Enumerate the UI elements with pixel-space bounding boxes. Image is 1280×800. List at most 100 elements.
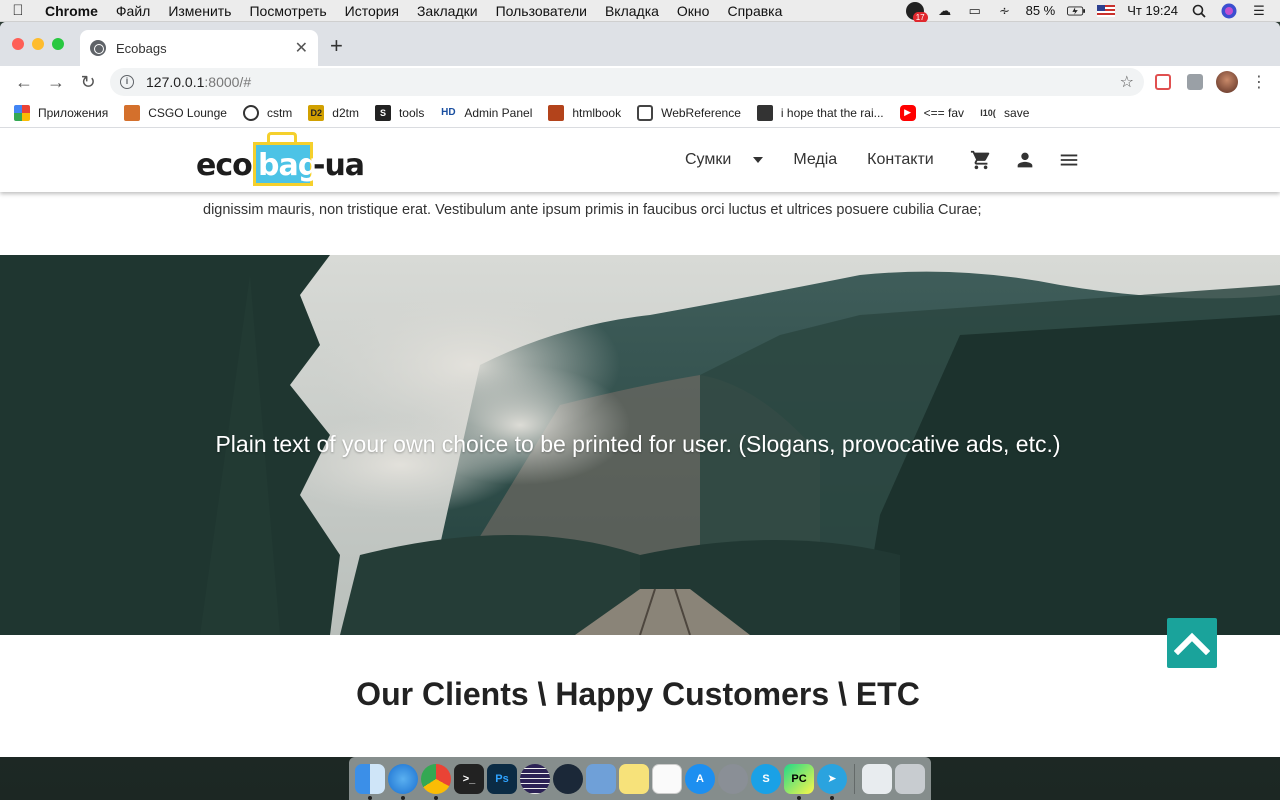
save-icon: I10( xyxy=(980,107,996,118)
csgo-icon xyxy=(124,104,141,121)
bookmark-label: cstm xyxy=(266,105,293,120)
eclipse-icon[interactable] xyxy=(520,763,550,794)
menu-window[interactable]: Окно xyxy=(668,3,719,19)
chrome-icon[interactable] xyxy=(421,763,451,800)
bookmark-tools[interactable]: Stools xyxy=(374,104,424,121)
bookmark-apps[interactable]: Приложения xyxy=(14,104,108,121)
bookmark-label: Admin Panel xyxy=(464,105,533,120)
nav-bags-label: Сумки xyxy=(685,151,732,168)
globe-icon xyxy=(90,40,106,56)
menu-edit[interactable]: Изменить xyxy=(159,3,240,19)
address-bar[interactable]: i 127.0.0.1:8000/# ☆ xyxy=(110,68,1144,96)
menu-tab[interactable]: Вкладка xyxy=(596,3,668,19)
browser-window: Ecobags ✕ + ← → ↻ i 127.0.0.1:8000/# ☆ ⋮… xyxy=(0,22,1280,757)
intro-paragraph: dignissim mauris, non tristique erat. Ve… xyxy=(203,202,982,218)
nav-media[interactable]: Медіа xyxy=(793,151,837,169)
main-nav: Сумки Медіа Контакти xyxy=(685,128,1080,192)
bookmark-save[interactable]: I10( save xyxy=(980,105,1029,121)
url-path: :8000/# xyxy=(204,74,252,90)
bookmark-admin-panel[interactable]: HD Admin Panel xyxy=(440,105,532,121)
back-arrow-icon[interactable]: ← xyxy=(8,68,40,96)
preview-icon[interactable] xyxy=(586,763,616,794)
bookmark-htmlbook[interactable]: htmlbook xyxy=(548,104,622,121)
chrome-menu-icon[interactable]: ⋮ xyxy=(1246,69,1272,95)
notes-icon[interactable] xyxy=(619,763,649,794)
profile-avatar[interactable] xyxy=(1214,69,1240,95)
extension-icon[interactable] xyxy=(1150,69,1176,95)
tab-ecobags[interactable]: Ecobags ✕ xyxy=(80,30,318,66)
browser-toolbar: ← → ↻ i 127.0.0.1:8000/# ☆ ⋮ xyxy=(0,66,1280,98)
nav-bags-dropdown[interactable]: Сумки xyxy=(685,151,764,169)
downloads-folder-icon[interactable] xyxy=(862,763,892,794)
site-info-icon[interactable]: i xyxy=(120,75,134,89)
ecobag-logo[interactable]: eco bag -ua xyxy=(196,132,366,188)
window-controls xyxy=(12,38,64,50)
menu-file[interactable]: Файл xyxy=(107,3,159,19)
cstm-icon xyxy=(242,104,259,121)
chevron-up-icon xyxy=(1174,632,1210,655)
battery-percent: 85 % xyxy=(1025,3,1056,18)
close-window-button[interactable] xyxy=(12,38,24,50)
airplay-icon[interactable]: ▭ xyxy=(966,3,984,19)
logo-text-eco: eco xyxy=(196,148,253,183)
apple-icon[interactable]:  xyxy=(0,2,36,19)
reload-icon[interactable]: ↻ xyxy=(72,68,104,96)
menu-help[interactable]: Справка xyxy=(718,3,791,19)
hamburger-menu-icon[interactable] xyxy=(1058,149,1080,171)
logo-text-bag: bag xyxy=(258,148,319,183)
bookmark-label: htmlbook xyxy=(572,105,622,120)
menu-chrome[interactable]: Chrome xyxy=(36,3,107,19)
dock-separator xyxy=(854,763,855,794)
extension-gray-icon[interactable] xyxy=(1182,69,1208,95)
steam-icon[interactable] xyxy=(553,763,583,794)
terminal-icon[interactable]: >_ xyxy=(454,763,484,794)
photoshop-icon[interactable]: Ps xyxy=(487,763,517,794)
menu-view[interactable]: Посмотреть xyxy=(240,3,335,19)
menu-bar:  Chrome Файл Изменить Посмотреть Истори… xyxy=(0,0,1280,23)
menu-bookmarks[interactable]: Закладки xyxy=(408,3,487,19)
bookmark-i-hope[interactable]: i hope that the rai... xyxy=(756,104,884,121)
menu-history[interactable]: История xyxy=(336,3,408,19)
finder-icon[interactable] xyxy=(355,763,385,800)
notification-badge-icon[interactable]: 17 xyxy=(905,1,928,23)
spotlight-search-icon[interactable] xyxy=(1190,3,1208,19)
safari-icon[interactable] xyxy=(388,763,418,800)
minimize-window-button[interactable] xyxy=(32,38,44,50)
textedit-icon[interactable] xyxy=(652,763,682,794)
skype-icon[interactable]: S xyxy=(751,763,781,794)
creative-cloud-icon[interactable]: ☁ xyxy=(936,3,954,19)
bookmark-webreference[interactable]: WebReference xyxy=(637,104,741,121)
app-store-icon[interactable]: A xyxy=(685,763,715,794)
s-icon: S xyxy=(374,104,391,121)
us-flag-icon[interactable] xyxy=(1097,4,1116,17)
trash-icon[interactable] xyxy=(895,763,925,794)
system-preferences-icon[interactable] xyxy=(718,763,748,794)
notification-count: 17 xyxy=(912,11,928,23)
new-tab-button[interactable]: + xyxy=(330,34,343,58)
menu-people[interactable]: Пользователи xyxy=(487,3,596,19)
bookmark-d2tm[interactable]: D2 d2tm xyxy=(308,104,359,121)
siri-icon[interactable] xyxy=(1220,3,1238,19)
bookmark-star-icon[interactable]: ☆ xyxy=(1120,72,1134,92)
maximize-window-button[interactable] xyxy=(52,38,64,50)
bookmark-csgo-lounge[interactable]: CSGO Lounge xyxy=(124,104,227,121)
battery-icon[interactable] xyxy=(1067,3,1086,19)
bookmark-label: WebReference xyxy=(661,105,741,120)
nav-contacts[interactable]: Контакти xyxy=(867,151,934,169)
notification-center-icon[interactable]: ☰ xyxy=(1250,3,1268,19)
telegram-icon[interactable]: ➤ xyxy=(817,763,847,800)
d2-icon: D2 xyxy=(308,104,325,121)
close-tab-icon[interactable]: ✕ xyxy=(295,38,308,58)
bookmark-label: save xyxy=(1004,105,1030,120)
bookmark-fav[interactable]: ▶ <== fav xyxy=(899,104,964,121)
scroll-to-top-button[interactable] xyxy=(1167,618,1217,668)
clock[interactable]: Чт 19:24 xyxy=(1127,3,1178,18)
bookmark-cstm[interactable]: cstm xyxy=(242,104,293,121)
pycharm-icon[interactable]: PC xyxy=(784,763,814,800)
cart-icon[interactable] xyxy=(970,149,992,171)
wifi-icon[interactable]: ∻ xyxy=(996,3,1014,19)
bookmark-label: d2tm xyxy=(332,105,359,120)
htmlbook-icon xyxy=(548,104,565,121)
user-icon[interactable] xyxy=(1014,149,1036,171)
forward-arrow-icon[interactable]: → xyxy=(40,68,72,96)
